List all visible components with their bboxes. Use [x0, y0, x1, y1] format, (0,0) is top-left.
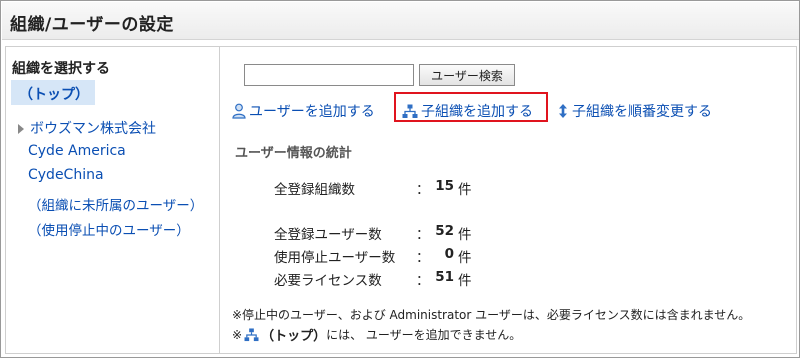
org-tree-icon [402, 104, 418, 118]
note-license: ※停止中のユーザー、および Administrator ユーザーは、必要ライセン… [232, 308, 751, 322]
org-item-unassigned-users[interactable]: （組織に未所属のユーザー） [28, 194, 203, 214]
add-user-label: ユーザーを追加する [249, 104, 375, 120]
note-top-restriction: ※ （トップ） には、 ユーザーを追加できません。 [232, 325, 522, 345]
stat-value: 52 [435, 223, 454, 239]
org-tree-icon [244, 327, 259, 341]
note-suffix: には、 ユーザーを追加できません。 [326, 328, 522, 342]
sidebar-heading: 組織を選択する [12, 61, 110, 77]
add-child-org-label: 子組織を追加する [421, 104, 533, 120]
main-area: ユーザー検索 ユーザーを追加する 子組織を追加する 子組織を順番変更する ユーザ… [221, 47, 796, 353]
up-down-arrow-icon [559, 104, 567, 118]
stat-label: 全登録組織数 [274, 182, 355, 198]
user-search-input[interactable] [244, 64, 414, 86]
note-prefix: ※ [232, 327, 243, 342]
note-top-label: （トップ） [261, 329, 327, 344]
stat-label: 全登録ユーザー数 [274, 227, 382, 243]
reorder-child-org-label: 子組織を順番変更する [572, 104, 712, 120]
page-title: 組織/ユーザーの設定 [10, 15, 174, 35]
window-frame: 組織/ユーザーの設定 組織を選択する （トップ） ボウズマン株式会社 Cyde … [0, 0, 800, 358]
add-user-link[interactable]: ユーザーを追加する [232, 101, 375, 121]
stats-title: ユーザー情報の統計 [235, 146, 352, 161]
org-item-top[interactable]: （トップ） [11, 80, 95, 105]
stat-unit: 件 [458, 227, 472, 243]
title-bar: 組織/ユーザーの設定 [2, 2, 799, 40]
user-icon [232, 103, 246, 119]
user-search-button[interactable]: ユーザー検索 [419, 64, 515, 86]
triangle-right-icon[interactable] [18, 124, 24, 134]
org-item-cyde-america[interactable]: Cyde America [28, 143, 126, 159]
stat-value: 0 [444, 246, 454, 262]
org-item-suspended-users[interactable]: （使用停止中のユーザー） [28, 219, 190, 239]
org-sidebar: 組織を選択する （トップ） ボウズマン株式会社 Cyde America Cyd… [6, 47, 220, 353]
stat-value: 15 [435, 178, 454, 194]
stat-label: 使用停止ユーザー数 [274, 250, 396, 266]
stat-unit: 件 [458, 273, 472, 289]
stat-unit: 件 [458, 182, 472, 198]
content-panel: 組織を選択する （トップ） ボウズマン株式会社 Cyde America Cyd… [5, 46, 797, 354]
stat-label: 必要ライセンス数 [274, 273, 382, 289]
stat-unit: 件 [458, 250, 472, 266]
reorder-child-org-link[interactable]: 子組織を順番変更する [557, 101, 712, 121]
org-item-bowzman[interactable]: ボウズマン株式会社 [30, 118, 156, 138]
stat-value: 51 [435, 269, 454, 285]
add-child-org-link[interactable]: 子組織を追加する [402, 101, 533, 121]
org-item-cydechina[interactable]: CydeChina [28, 167, 104, 183]
